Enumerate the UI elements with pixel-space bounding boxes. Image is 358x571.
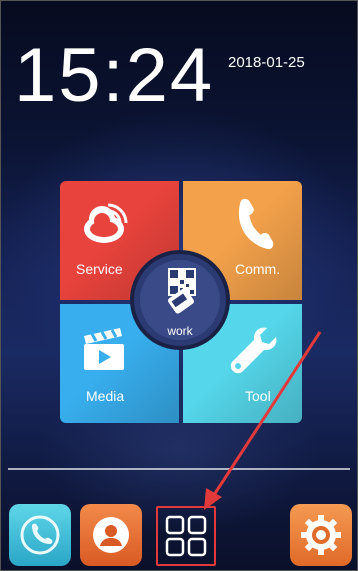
annotation-arrow bbox=[204, 331, 322, 510]
